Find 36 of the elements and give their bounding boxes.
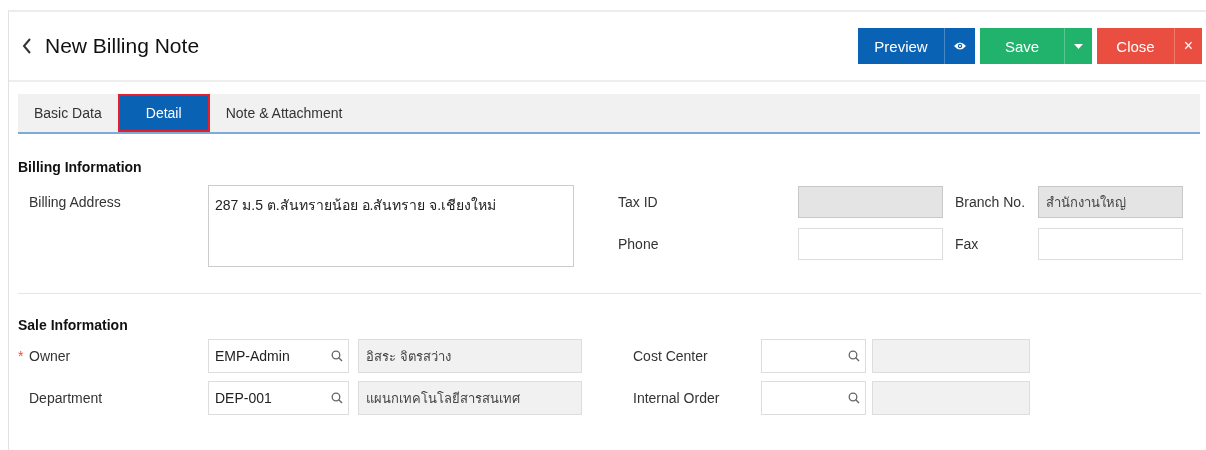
search-icon[interactable] — [331, 350, 343, 362]
close-x-button[interactable]: × — [1174, 28, 1202, 64]
input-field[interactable] — [1038, 228, 1183, 260]
preview-button[interactable]: Preview — [858, 28, 944, 64]
lookup-field[interactable]: DEP-001 — [208, 381, 349, 415]
name-display-field: แผนกเทคโนโลยีสารสนเทศ — [358, 381, 582, 415]
lookup-field[interactable] — [760, 339, 866, 373]
page-title: New Billing Note — [45, 34, 200, 58]
tab[interactable]: Detail — [117, 94, 210, 132]
field-label: Cost Center — [633, 348, 708, 364]
eye-icon — [953, 41, 967, 51]
field-label: Tax ID — [618, 194, 659, 210]
section-title: Sale Information — [18, 317, 129, 335]
name-display-field: อิสระ จิตรสว่าง — [358, 339, 582, 373]
field-label: Branch No. — [954, 194, 1027, 210]
address-field[interactable]: 287 ม.5 ต.สันทรายน้อย อ.สันทราย จ.เชียงใหม่ — [208, 185, 574, 267]
search-icon[interactable] — [847, 350, 860, 362]
required-mark: * — [18, 348, 25, 364]
field-label: Billing Address — [28, 193, 122, 212]
tab[interactable]: Basic Data — [18, 94, 118, 132]
search-icon[interactable] — [331, 392, 343, 404]
back-icon[interactable] — [22, 38, 32, 54]
section-title: Billing Information — [18, 159, 143, 177]
field-label: Owner — [29, 348, 71, 364]
tab[interactable]: Note & Attachment — [209, 94, 359, 132]
field-label: Fax — [954, 236, 980, 252]
field-label: Department — [29, 390, 103, 406]
lookup-field[interactable]: EMP-Admin — [208, 339, 349, 373]
close-button[interactable]: Close — [1097, 28, 1174, 64]
lookup-field[interactable] — [760, 381, 866, 415]
preview-eye-button[interactable] — [944, 28, 975, 64]
search-icon[interactable] — [847, 392, 860, 404]
field-label: Internal Order — [633, 390, 720, 406]
input-field[interactable] — [798, 228, 943, 260]
field-label: Phone — [618, 236, 660, 252]
caret-icon — [1074, 43, 1083, 49]
